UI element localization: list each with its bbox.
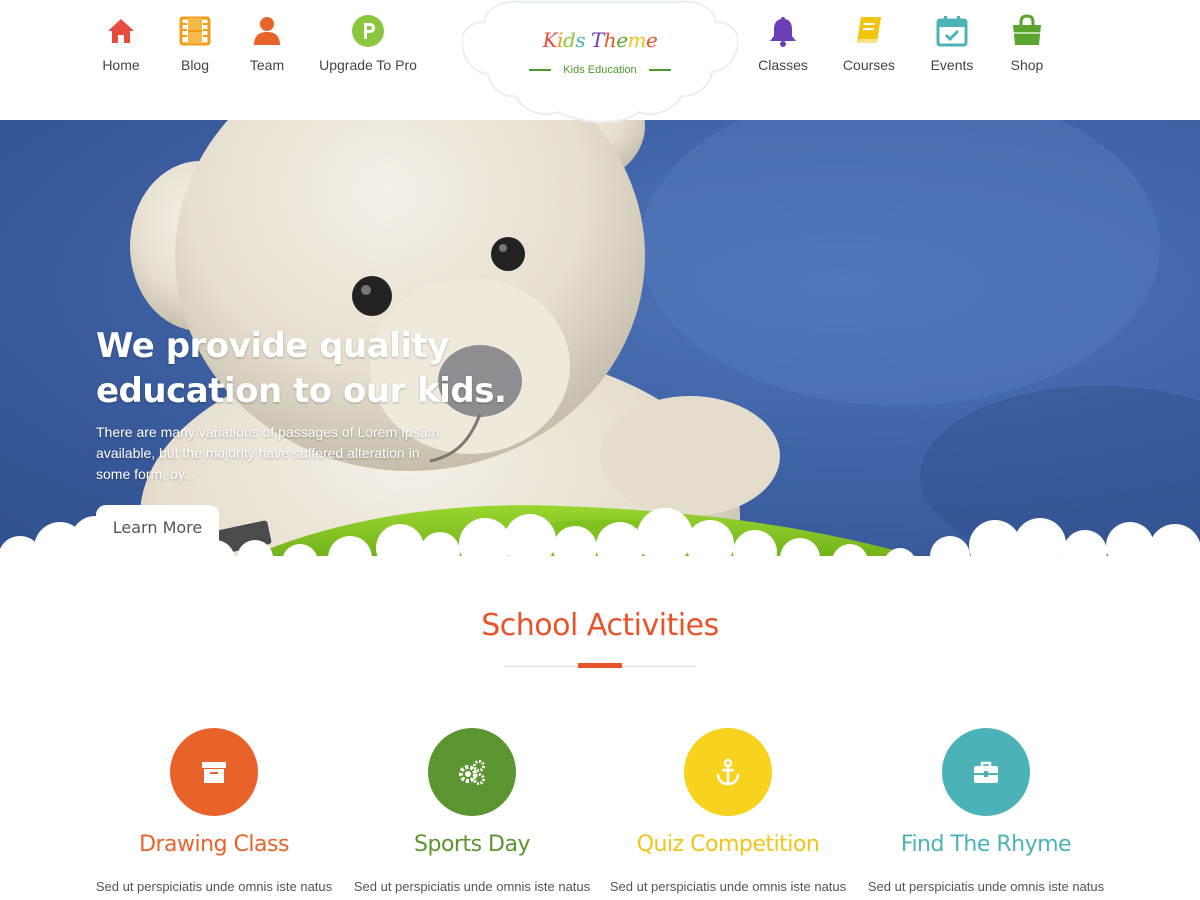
archive-box-icon (202, 762, 226, 783)
activity-icon-circle (428, 728, 516, 816)
section-divider-accent (578, 663, 622, 668)
gears-icon (459, 760, 485, 785)
logo-tagline: Kids Education (563, 63, 637, 76)
logo-letter: e (646, 28, 658, 52)
activity-title: Quiz Competition (636, 832, 820, 857)
activity-title: Sports Day (414, 832, 530, 857)
pro-badge-icon (351, 14, 385, 48)
logo-letter: d (563, 28, 576, 52)
shopping-bag-icon (1010, 14, 1044, 48)
activity-icon-circle (942, 728, 1030, 816)
site-logo[interactable]: Kids Theme Kids Education (462, 0, 738, 124)
nav-shop[interactable]: Shop (972, 14, 1082, 73)
activity-title: Find The Rhyme (900, 832, 1072, 857)
book-icon (852, 14, 886, 48)
nav-upgrade-pro-label: Upgrade To Pro (319, 57, 417, 73)
activity-text: Sed ut perspiciatis unde omnis iste natu… (867, 879, 1105, 894)
briefcase-icon (974, 761, 998, 783)
logo-tagline-row: Kids Education (462, 61, 738, 79)
bell-icon (766, 14, 800, 48)
logo-letter: h (603, 28, 617, 52)
logo-letter: s (575, 28, 586, 52)
logo-letter: T (590, 28, 604, 52)
nav-shop-label: Shop (1010, 57, 1044, 73)
activity-text: Sed ut perspiciatis unde omnis iste natu… (95, 879, 333, 894)
home-icon (104, 14, 138, 48)
logo-letter: m (627, 28, 647, 52)
activity-card-quiz[interactable]: Quiz Competition Sed ut perspiciatis und… (598, 728, 858, 894)
logo-letter: e (616, 28, 628, 52)
hero-banner: We provide quality education to our kids… (0, 96, 1200, 566)
calendar-icon (935, 14, 969, 48)
anchor-icon (716, 758, 740, 786)
film-icon (178, 14, 212, 48)
nav-upgrade-pro[interactable]: Upgrade To Pro (298, 14, 438, 73)
section-title: School Activities (481, 608, 719, 643)
activity-title: Drawing Class (139, 832, 289, 857)
logo-divider-left (528, 68, 551, 71)
logo-letter: K (542, 28, 558, 52)
activity-card-drawing[interactable]: Drawing Class Sed ut perspiciatis unde o… (84, 728, 344, 894)
activity-text: Sed ut perspiciatis unde omnis iste natu… (353, 879, 591, 894)
activity-icon-circle (170, 728, 258, 816)
learn-more-button[interactable]: Learn More (96, 505, 219, 550)
activity-card-sports[interactable]: Sports Day Sed ut perspiciatis unde omni… (342, 728, 602, 894)
hero-description: There are many variations of passages of… (96, 424, 440, 482)
activity-icon-circle (684, 728, 772, 816)
activity-card-rhyme[interactable]: Find The Rhyme Sed ut perspiciatis unde … (856, 728, 1116, 894)
hero-title: We provide quality education to our kids… (96, 326, 507, 411)
activity-text: Sed ut perspiciatis unde omnis iste natu… (609, 879, 847, 894)
logo-title: Kids Theme (462, 28, 738, 52)
user-icon (250, 14, 284, 48)
logo-divider-right (649, 68, 672, 71)
